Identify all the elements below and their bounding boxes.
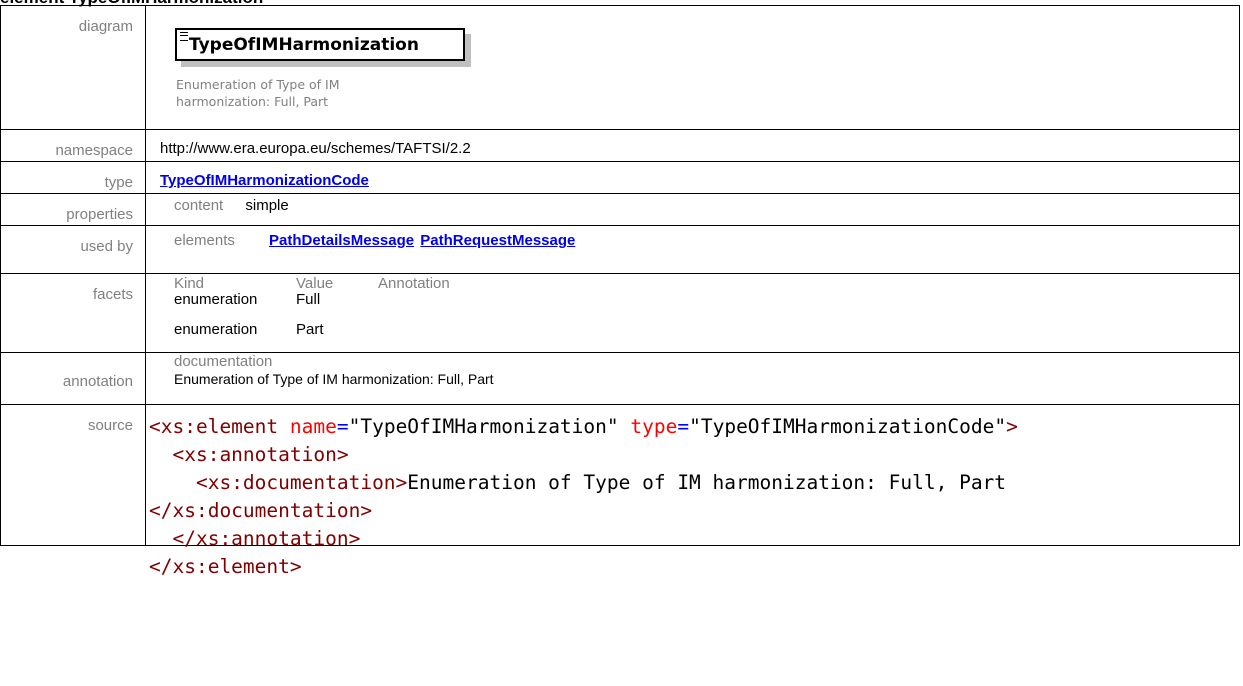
facet-header-annotation: Annotation: [378, 275, 450, 292]
property-value: simple: [245, 197, 289, 214]
diagram-area: TypeOfIMHarmonization Enumeration of Typ…: [146, 6, 1239, 129]
row-used-by: used by elements PathDetailsMessage Path…: [0, 225, 1240, 274]
label-annotation: annotation: [0, 352, 146, 405]
diagram-annotation-line2: harmonization: Full, Part: [176, 94, 329, 109]
facet-header-kind: Kind: [174, 275, 205, 292]
facet-value: Full: [296, 291, 321, 308]
facet-header-value: Value: [296, 275, 334, 292]
source-text: Enumeration of Type of IM harmonization:…: [407, 471, 1007, 494]
label-type: type: [0, 161, 146, 194]
label-source: source: [0, 404, 146, 546]
used-by-link[interactable]: PathRequestMessage: [420, 232, 575, 249]
label-namespace: namespace: [0, 129, 146, 162]
label-facets: facets: [0, 273, 146, 353]
property-key: content: [174, 197, 224, 214]
used-by-key: elements: [174, 232, 235, 249]
label-diagram: diagram: [0, 5, 146, 130]
source-tag: <xs:element: [149, 415, 279, 438]
used-by-link[interactable]: PathDetailsMessage: [269, 232, 414, 249]
facet-row: enumeration Part: [174, 321, 1239, 351]
facets-table: Kind Value Annotation enumeration Full e…: [146, 274, 1239, 352]
row-namespace: namespace http://www.era.europa.eu/schem…: [0, 129, 1240, 162]
row-facets: facets Kind Value Annotation enumeration…: [0, 273, 1240, 353]
row-annotation: annotation documentation Enumeration of …: [0, 352, 1240, 405]
annotation-value: Enumeration of Type of IM harmonization:…: [174, 371, 494, 387]
source-attr-value: "TypeOfIMHarmonizationCode": [689, 415, 1007, 438]
source-tag: </xs:annotation>: [172, 527, 361, 550]
source-tag: <xs:annotation>: [172, 443, 349, 466]
annotation-key: documentation: [174, 353, 273, 370]
source-tag: </xs:documentation>: [149, 499, 373, 522]
element-box[interactable]: TypeOfIMHarmonization: [175, 28, 465, 61]
diagram-annotation-line1: Enumeration of Type of IM: [176, 77, 340, 92]
source-attr: name: [289, 415, 337, 438]
label-properties: properties: [0, 193, 146, 226]
row-source: source <xs:element name="TypeOfIMHarmoni…: [0, 404, 1240, 578]
schema-doc-table: diagram TypeOfIMHarmonization Enumeratio…: [0, 5, 1240, 578]
facet-value: Part: [296, 321, 324, 338]
facet-row: enumeration Full: [174, 291, 1239, 321]
content-model-icon: [180, 32, 188, 41]
facet-kind: enumeration: [174, 291, 258, 308]
source-attr-value: "TypeOfIMHarmonization": [348, 415, 619, 438]
row-diagram: diagram TypeOfIMHarmonization Enumeratio…: [0, 5, 1240, 130]
namespace-value: http://www.era.europa.eu/schemes/TAFTSI/…: [160, 140, 471, 157]
label-used-by: used by: [0, 225, 146, 274]
diagram-annotation: Enumeration of Type of IM harmonization:…: [176, 76, 356, 110]
facet-kind: enumeration: [174, 321, 258, 338]
source-tag: </xs:element>: [149, 555, 302, 578]
source-code: <xs:element name="TypeOfIMHarmonization"…: [149, 415, 1018, 578]
source-attr: type: [630, 415, 678, 438]
source-tag: <xs:documentation>: [195, 471, 408, 494]
row-type: type TypeOfIMHarmonizationCode: [0, 161, 1240, 194]
type-link[interactable]: TypeOfIMHarmonizationCode: [160, 172, 369, 189]
row-properties: properties content simple: [0, 193, 1240, 226]
element-box-name: TypeOfIMHarmonization: [189, 35, 419, 55]
